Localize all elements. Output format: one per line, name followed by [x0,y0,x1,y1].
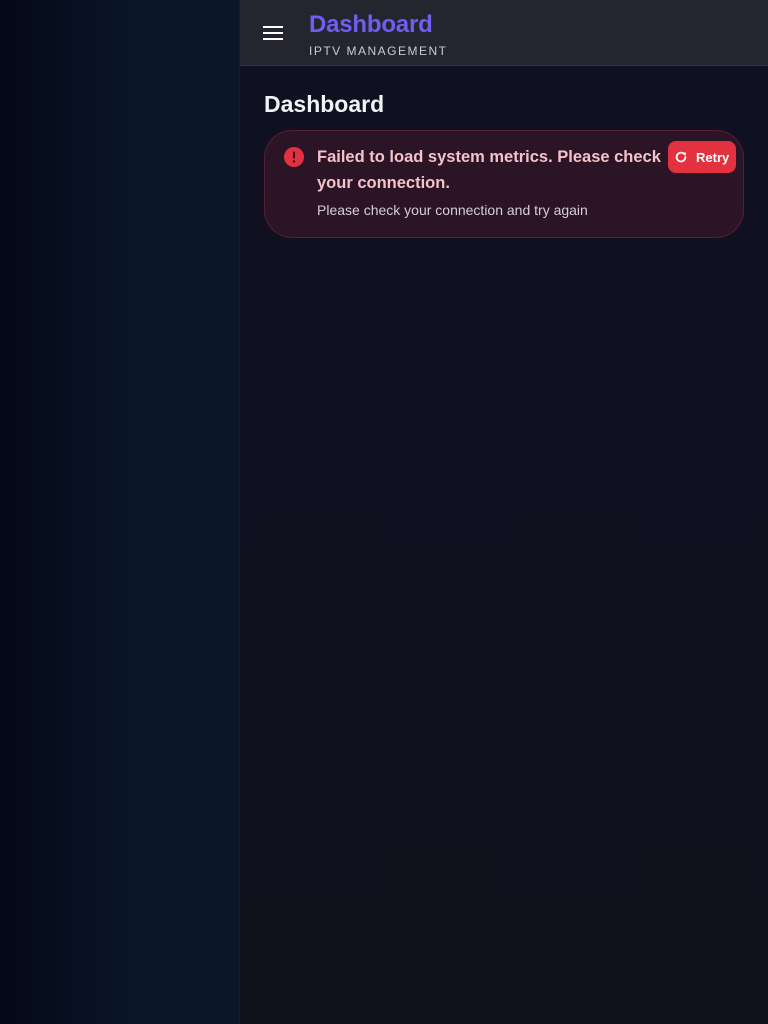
app-title: Dashboard [309,11,433,38]
page-title: Dashboard [264,91,385,117]
menu-button[interactable] [258,18,288,48]
retry-button[interactable]: Retry [668,141,736,173]
menu-icon [263,26,283,40]
sidebar [0,0,240,1024]
main-content: Dashboard IPTV MANAGEMENT Dashboard Fail… [240,0,768,1024]
alert-message: Failed to load system metrics. Please ch… [317,148,661,192]
alert-detail: Please check your connection and try aga… [317,202,588,218]
retry-label: Retry [696,149,730,165]
refresh-icon [674,149,690,165]
app-bar: Dashboard IPTV MANAGEMENT [240,0,768,66]
app-subtitle: IPTV MANAGEMENT [309,44,448,58]
error-icon [284,147,304,167]
error-alert: Failed to load system metrics. Please ch… [264,130,744,238]
